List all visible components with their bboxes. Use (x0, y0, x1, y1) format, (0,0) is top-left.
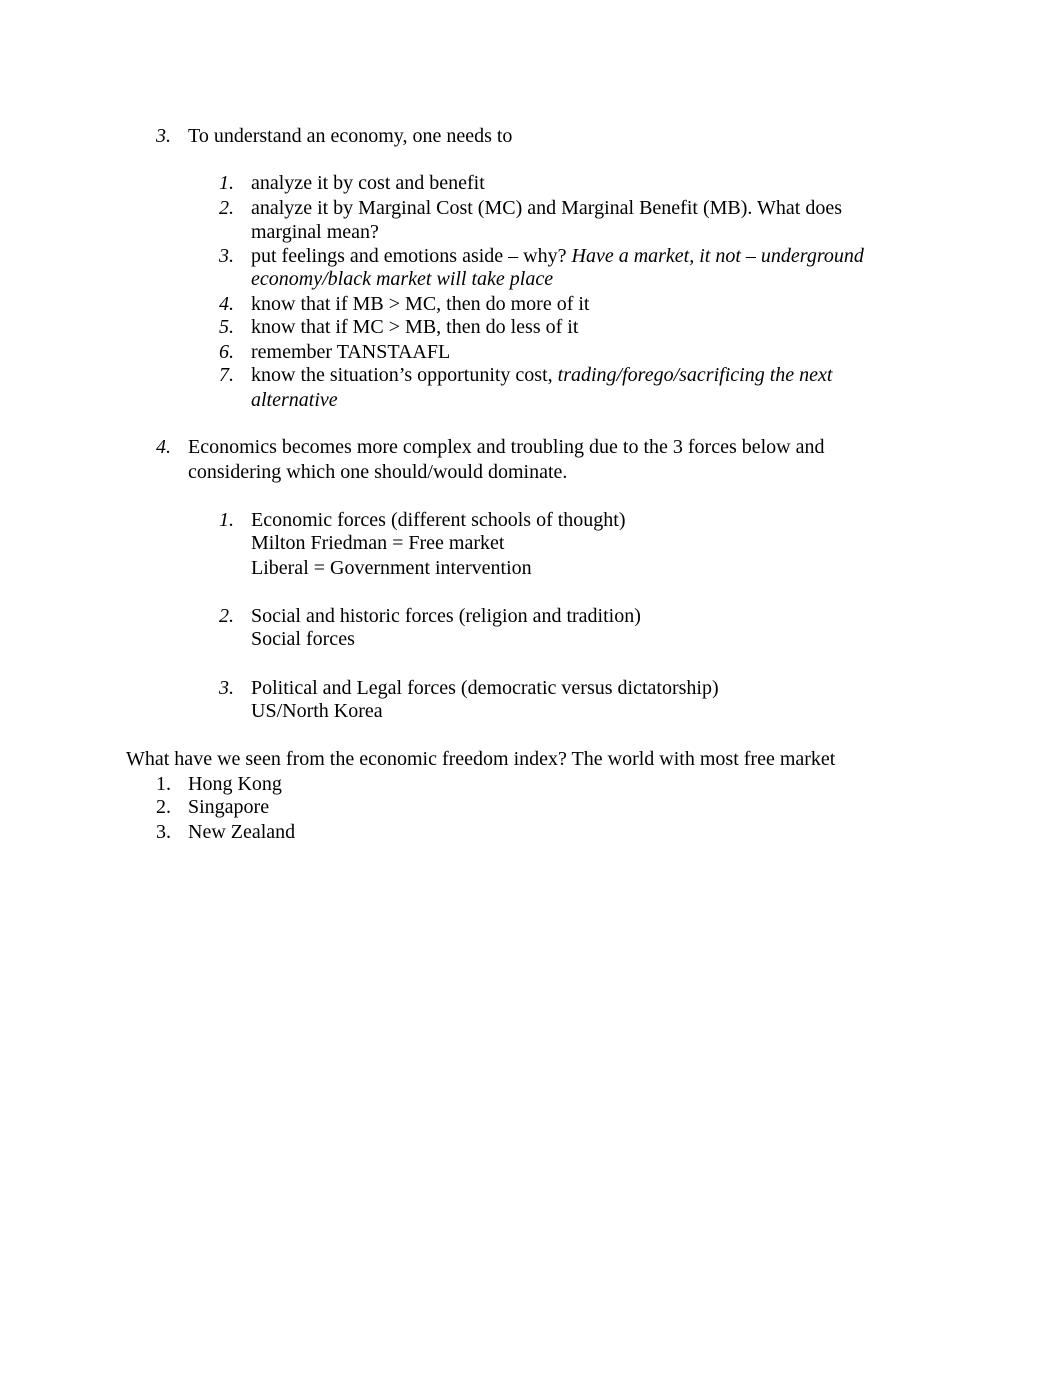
list-item-text: Milton Friedman = Free market (251, 532, 505, 554)
section-heading: considering which one should/would domin… (188, 461, 568, 483)
list-number: 3. (219, 245, 234, 267)
list-item-text: analyze it by Marginal Cost (MC) and Mar… (251, 197, 842, 219)
list-item-text: remember TANSTAAFL (251, 341, 451, 363)
list-item-text: US/North Korea (251, 700, 383, 722)
list-item-emphasis: alternative (251, 389, 338, 411)
list-item-line: know the situation’s opportunity cost, t… (251, 363, 832, 387)
list-item-text: Social forces (251, 628, 355, 650)
list-item-text: Hong Kong (188, 773, 282, 795)
list-item-text: know that if MC > MB, then do less of it (251, 316, 579, 338)
list-item-text: know the situation’s opportunity cost, (251, 364, 558, 386)
list-number: 1. (219, 172, 234, 194)
list-item-text: analyze it by cost and benefit (251, 172, 485, 194)
list-item-text: put feelings and emotions aside – why? (251, 245, 572, 267)
list-number: 2. (219, 605, 234, 627)
list-item-line: put feelings and emotions aside – why? H… (251, 244, 864, 268)
list-number: 1. (219, 509, 234, 531)
list-item-text: New Zealand (188, 821, 296, 843)
list-number: 7. (219, 364, 234, 386)
list-item-text: marginal mean? (251, 221, 379, 243)
section-heading: To understand an economy, one needs to (188, 125, 513, 147)
section-heading: Economics becomes more complex and troub… (188, 436, 825, 458)
list-number: 3. (156, 125, 171, 147)
list-number: 5. (219, 316, 234, 338)
list-item-text: Liberal = Government intervention (251, 557, 532, 579)
list-number: 2. (219, 197, 234, 219)
list-item-emphasis: trading/forego/sacrificing the next (557, 364, 833, 386)
list-item-text: know that if MB > MC, then do more of it (251, 293, 590, 315)
list-number: 4. (156, 436, 171, 458)
list-item-text: Singapore (188, 796, 270, 818)
list-number: 1. (156, 773, 171, 795)
list-item-text: Economic forces (different schools of th… (251, 509, 626, 531)
list-number: 3. (219, 677, 234, 699)
list-number: 4. (219, 293, 234, 315)
list-item-text: Social and historic forces (religion and… (251, 605, 641, 627)
list-item-text: Political and Legal forces (democratic v… (251, 677, 719, 699)
list-item-emphasis: economy/black market will take place (251, 268, 554, 290)
list-number: 2. (156, 796, 171, 818)
list-number: 3. (156, 821, 171, 843)
question-text: What have we seen from the economic free… (126, 748, 836, 770)
document-page: 3. To understand an economy, one needs t… (0, 0, 1062, 1376)
list-item-emphasis: Have a market, it not – underground (571, 245, 864, 267)
list-number: 6. (219, 341, 234, 363)
